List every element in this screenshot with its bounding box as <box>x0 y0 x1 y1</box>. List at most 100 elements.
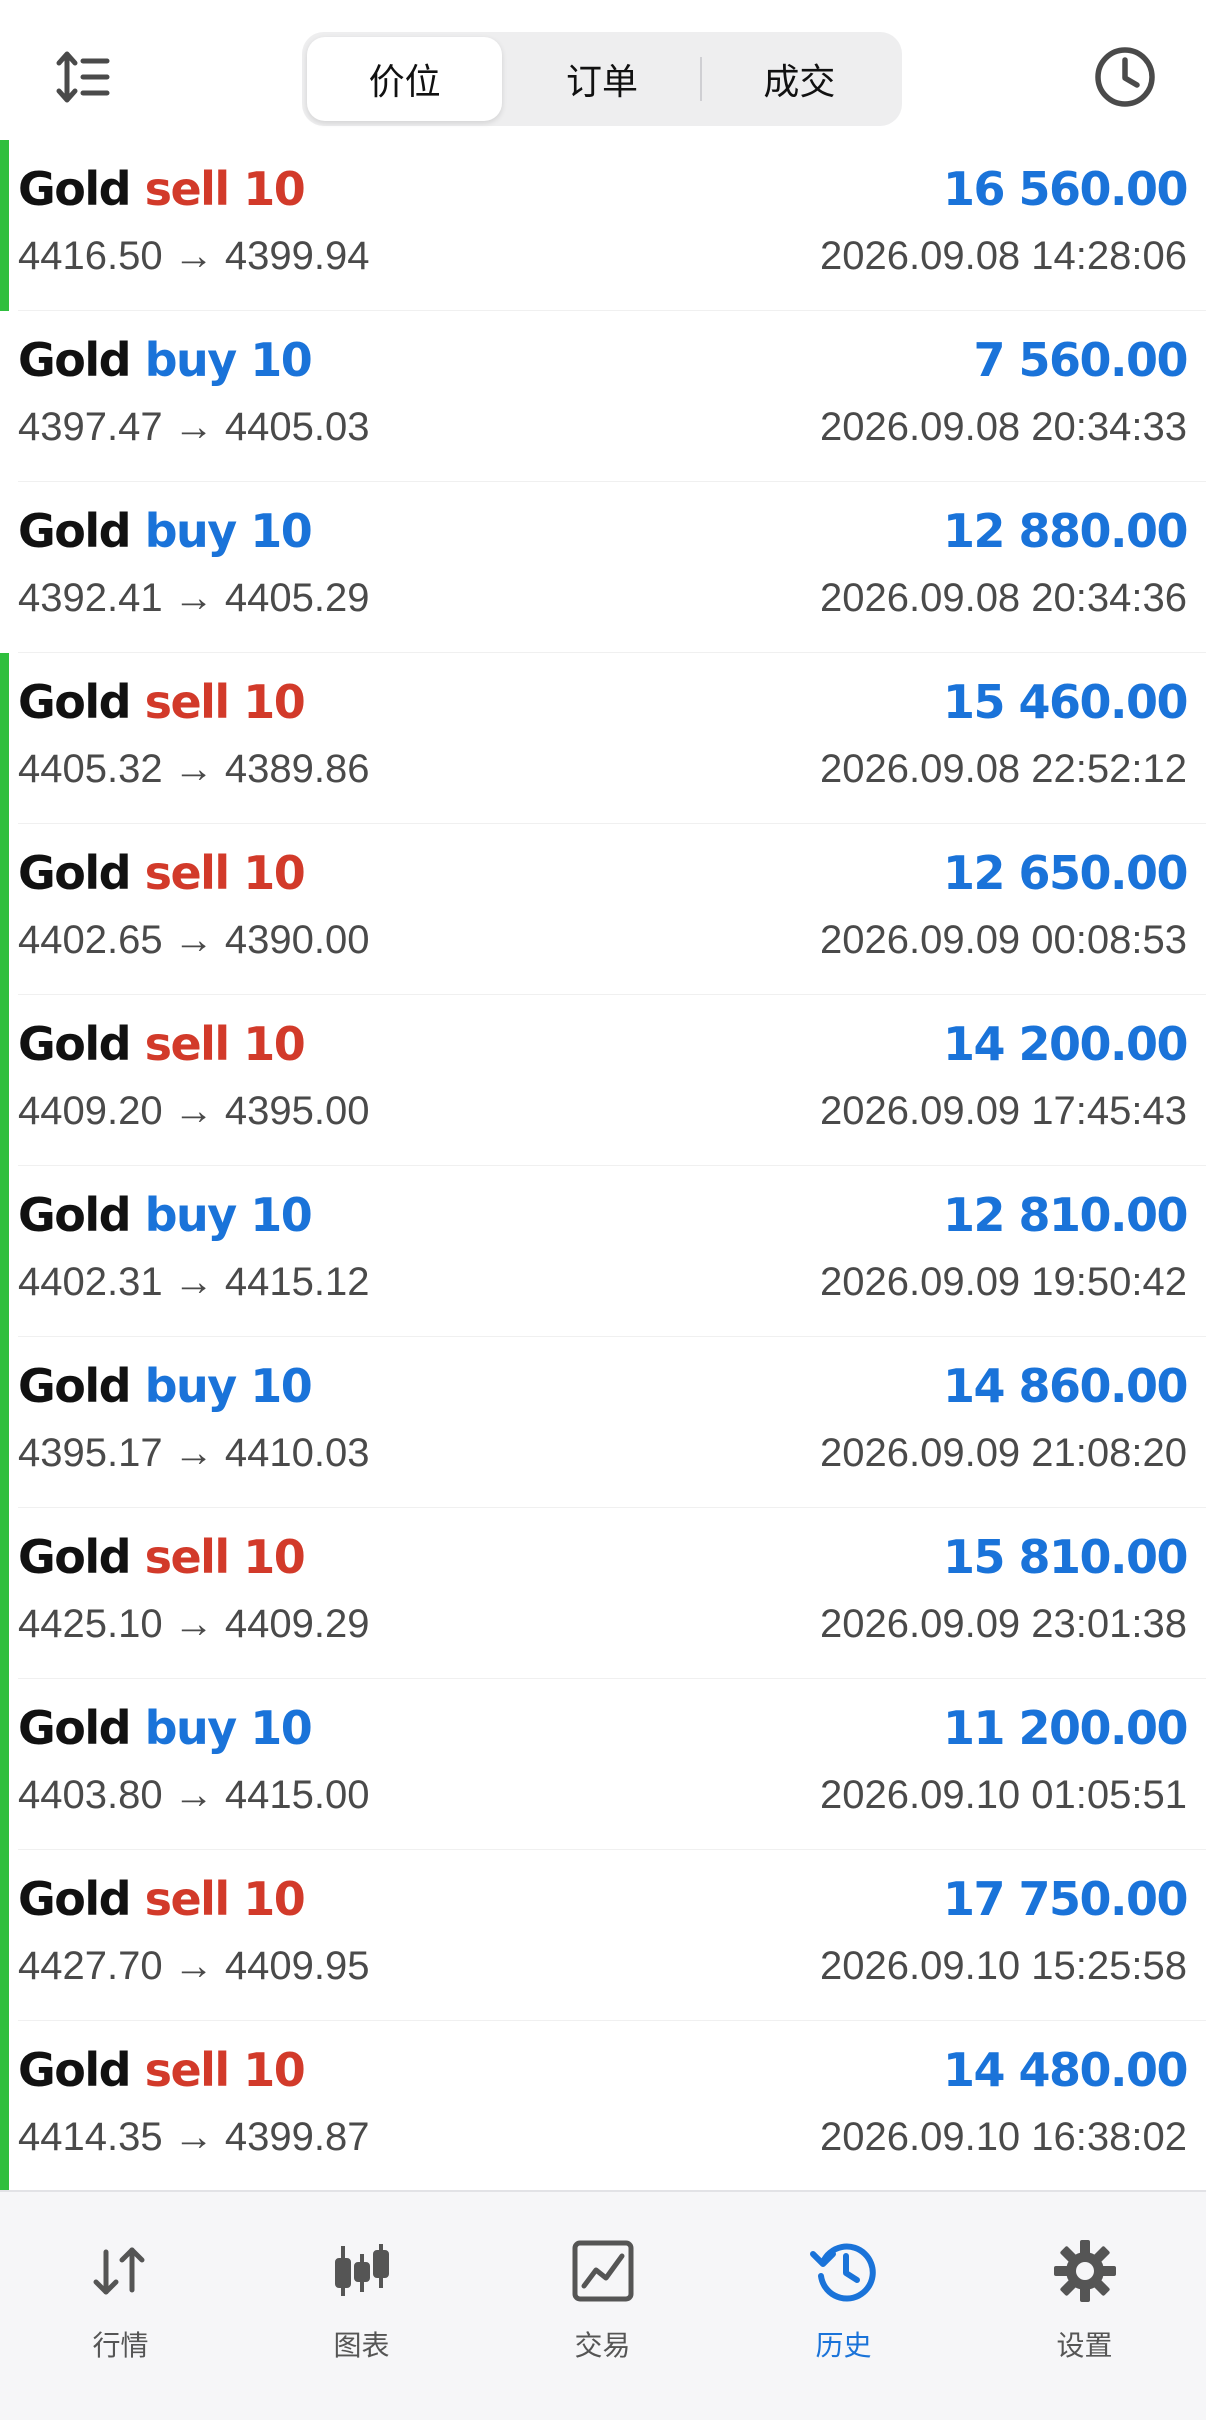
tab-history[interactable]: 历史 <box>723 2192 964 2392</box>
tab-label: 行情 <box>92 2329 149 2362</box>
deal-title: Gold buy 10 <box>18 504 313 558</box>
tab-label: 历史 <box>815 2329 872 2362</box>
deal-time: 2026.09.09 17:45:43 <box>819 1089 1187 1133</box>
trade-chart-icon <box>572 2240 633 2302</box>
deal-profit: 12 810.00 <box>942 1188 1189 1242</box>
deal-arrow: → <box>173 1431 214 1475</box>
deal-prices: 4395.17 → 4410.03 <box>18 1431 369 1476</box>
deal-side: sell <box>144 675 231 729</box>
deal-side: sell <box>144 2043 231 2097</box>
deal-arrow: → <box>173 918 214 962</box>
deal-symbol: Gold <box>18 162 132 216</box>
deal-open-price: 4416.50 <box>18 234 163 278</box>
deal-profit: 7 560.00 <box>973 333 1188 387</box>
deal-open-price: 4402.31 <box>18 1260 163 1304</box>
deal-prices: 4427.70 → 4409.95 <box>18 1944 369 1989</box>
deal-row[interactable]: Gold sell 10 15 810.00 4425.10 → 4409.29… <box>0 1508 1206 1679</box>
deal-time: 2026.09.09 21:08:20 <box>819 1431 1187 1475</box>
deal-prices: 4416.50 → 4399.94 <box>18 234 369 279</box>
deal-time: 2026.09.09 00:08:53 <box>819 918 1187 962</box>
deal-row[interactable]: Gold sell 10 17 750.00 4427.70 → 4409.95… <box>0 1850 1206 2021</box>
deal-arrow: → <box>173 747 214 791</box>
deal-row[interactable]: Gold sell 10 14 480.00 4414.35 → 4399.87… <box>0 2021 1206 2192</box>
deal-close-price: 4415.00 <box>224 1773 370 1817</box>
deal-time: 2026.09.09 23:01:38 <box>819 1602 1187 1646</box>
deal-open-price: 4405.32 <box>18 747 163 791</box>
sort-up-down-icon <box>56 51 110 103</box>
deal-profit: 16 560.00 <box>942 162 1189 216</box>
deal-volume: 10 <box>250 1701 313 1755</box>
tab-quotes[interactable]: 行情 <box>0 2192 241 2392</box>
candlestick-chart-icon <box>334 2244 389 2296</box>
deal-open-price: 4392.41 <box>18 576 163 620</box>
deal-marker <box>0 2021 9 2192</box>
deal-volume: 10 <box>243 1872 306 1926</box>
deal-volume: 10 <box>243 2043 306 2097</box>
deal-row[interactable]: Gold buy 10 12 880.00 4392.41 → 4405.29 … <box>0 482 1206 653</box>
deal-arrow: → <box>173 2115 214 2159</box>
history-period-button[interactable] <box>1090 42 1160 112</box>
deal-marker <box>0 653 9 824</box>
clock-icon <box>1095 47 1155 107</box>
deal-title: Gold sell 10 <box>18 1530 306 1584</box>
deal-row[interactable]: Gold buy 10 12 810.00 4402.31 → 4415.12 … <box>0 1166 1206 1337</box>
deal-row[interactable]: Gold buy 10 14 860.00 4395.17 → 4410.03 … <box>0 1337 1206 1508</box>
deal-title: Gold sell 10 <box>18 1872 306 1926</box>
deal-row[interactable]: Gold sell 10 14 200.00 4409.20 → 4395.00… <box>0 995 1206 1166</box>
deal-close-price: 4415.12 <box>224 1260 370 1304</box>
deal-arrow: → <box>173 234 214 278</box>
deal-side: sell <box>144 1872 231 1926</box>
deal-symbol: Gold <box>18 1017 132 1071</box>
deal-prices: 4414.35 → 4399.87 <box>18 2115 369 2160</box>
deal-row[interactable]: Gold buy 10 11 200.00 4403.80 → 4415.00 … <box>0 1679 1206 1850</box>
deal-side: buy <box>144 333 238 387</box>
tab-charts[interactable]: 图表 <box>241 2192 482 2392</box>
deal-arrow: → <box>173 405 214 449</box>
deal-title: Gold sell 10 <box>18 846 306 900</box>
deal-time: 2026.09.10 15:25:58 <box>819 1944 1187 1988</box>
deal-marker <box>0 1679 9 1850</box>
deal-volume: 10 <box>250 504 313 558</box>
tab-label: 交易 <box>574 2329 631 2362</box>
sort-button[interactable] <box>48 42 118 112</box>
deal-profit: 15 460.00 <box>942 675 1189 729</box>
segment-orders[interactable]: 订单 <box>504 37 699 121</box>
segment-price[interactable]: 价位 <box>307 37 503 121</box>
deal-open-price: 4402.65 <box>18 918 163 962</box>
deal-symbol: Gold <box>18 504 132 558</box>
deal-volume: 10 <box>250 333 313 387</box>
deal-row[interactable]: Gold sell 10 15 460.00 4405.32 → 4389.86… <box>0 653 1206 824</box>
deal-volume: 10 <box>250 1359 313 1413</box>
deal-open-price: 4403.80 <box>18 1773 163 1817</box>
deal-title: Gold sell 10 <box>18 2043 306 2097</box>
deal-time: 2026.09.08 20:34:36 <box>819 576 1187 620</box>
deal-close-price: 4399.87 <box>224 2115 370 2159</box>
deal-time: 2026.09.08 22:52:12 <box>819 747 1187 791</box>
deal-time: 2026.09.08 20:34:33 <box>819 405 1187 449</box>
deal-side: buy <box>144 1188 238 1242</box>
bottom-tab-bar: 行情 图表 交易 历史 设置 <box>0 2190 1206 2420</box>
deal-row[interactable]: Gold sell 10 16 560.00 4416.50 → 4399.94… <box>0 140 1206 311</box>
deal-time: 2026.09.10 16:38:02 <box>819 2115 1187 2159</box>
deal-symbol: Gold <box>18 1701 132 1755</box>
deal-prices: 4402.31 → 4415.12 <box>18 1260 369 1305</box>
deal-open-price: 4427.70 <box>18 1944 163 1988</box>
deal-row[interactable]: Gold buy 10 7 560.00 4397.47 → 4405.03 2… <box>0 311 1206 482</box>
segment-deals[interactable]: 成交 <box>702 37 897 121</box>
deal-row[interactable]: Gold sell 10 12 650.00 4402.65 → 4390.00… <box>0 824 1206 995</box>
deal-profit: 14 860.00 <box>942 1359 1189 1413</box>
tab-trade[interactable]: 交易 <box>482 2192 723 2392</box>
deal-title: Gold sell 10 <box>18 162 306 216</box>
deal-title: Gold buy 10 <box>18 1359 313 1413</box>
deal-title: Gold buy 10 <box>18 1188 313 1242</box>
tab-settings[interactable]: 设置 <box>964 2192 1205 2392</box>
deal-symbol: Gold <box>18 675 132 729</box>
deal-symbol: Gold <box>18 846 132 900</box>
deal-symbol: Gold <box>18 1530 132 1584</box>
top-toolbar: 价位 订单 成交 <box>0 0 1206 140</box>
deal-close-price: 4410.03 <box>224 1431 370 1475</box>
deal-volume: 10 <box>250 1188 313 1242</box>
deal-prices: 4402.65 → 4390.00 <box>18 918 369 963</box>
deal-list: Gold sell 10 16 560.00 4416.50 → 4399.94… <box>0 140 1206 2192</box>
deal-profit: 14 200.00 <box>942 1017 1189 1071</box>
